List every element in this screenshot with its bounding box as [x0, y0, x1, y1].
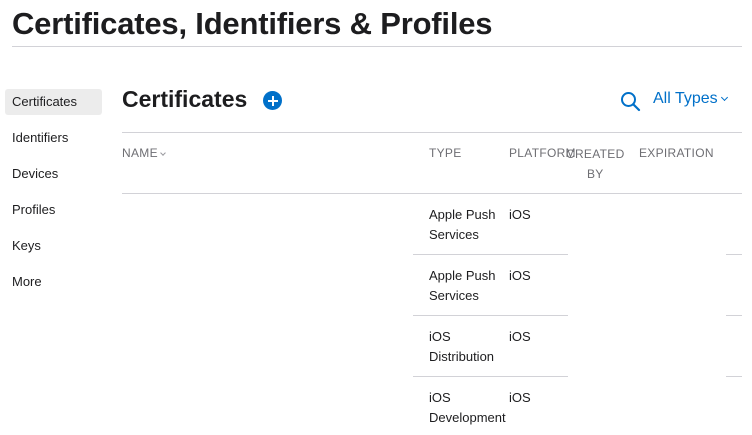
cell-type: Apple Push Services [429, 268, 496, 303]
cell-platform: iOS [509, 207, 531, 222]
column-header-name[interactable]: NAME [122, 146, 166, 160]
column-header-type: TYPE [429, 146, 462, 160]
column-header-created-by: CREATED BY [566, 147, 625, 181]
cell-platform: iOS [509, 329, 531, 344]
sidebar-item-certificates[interactable]: Certificates [5, 89, 102, 115]
cell-type: iOS Distribution [429, 329, 495, 364]
column-header-expiration: EXPIRATION [639, 146, 714, 160]
table-row[interactable]: iOS Distribution iOS [0, 316, 752, 377]
table-row[interactable]: iOS Development iOS [0, 377, 752, 435]
section-title: Certificates [122, 86, 248, 112]
title-divider [12, 46, 742, 47]
chevron-down-icon [160, 150, 166, 156]
table-row[interactable]: Apple Push Services iOS [0, 194, 752, 255]
search-icon[interactable] [620, 91, 641, 112]
type-filter-dropdown[interactable]: All Types [653, 90, 728, 108]
cell-platform: iOS [509, 390, 531, 405]
table-top-divider [122, 132, 742, 133]
type-filter-label: All Types [653, 90, 718, 107]
add-certificate-button[interactable] [263, 91, 282, 110]
page-title: Certificates, Identifiers & Profiles [12, 6, 493, 41]
cell-platform: iOS [509, 268, 531, 283]
sidebar-item-identifiers[interactable]: Identifiers [5, 125, 102, 151]
cell-type: Apple Push Services [429, 207, 496, 242]
sidebar-item-devices[interactable]: Devices [5, 161, 102, 187]
chevron-down-icon [720, 93, 728, 102]
table-row[interactable]: Apple Push Services iOS [0, 255, 752, 316]
cell-type: iOS Development [429, 390, 506, 425]
